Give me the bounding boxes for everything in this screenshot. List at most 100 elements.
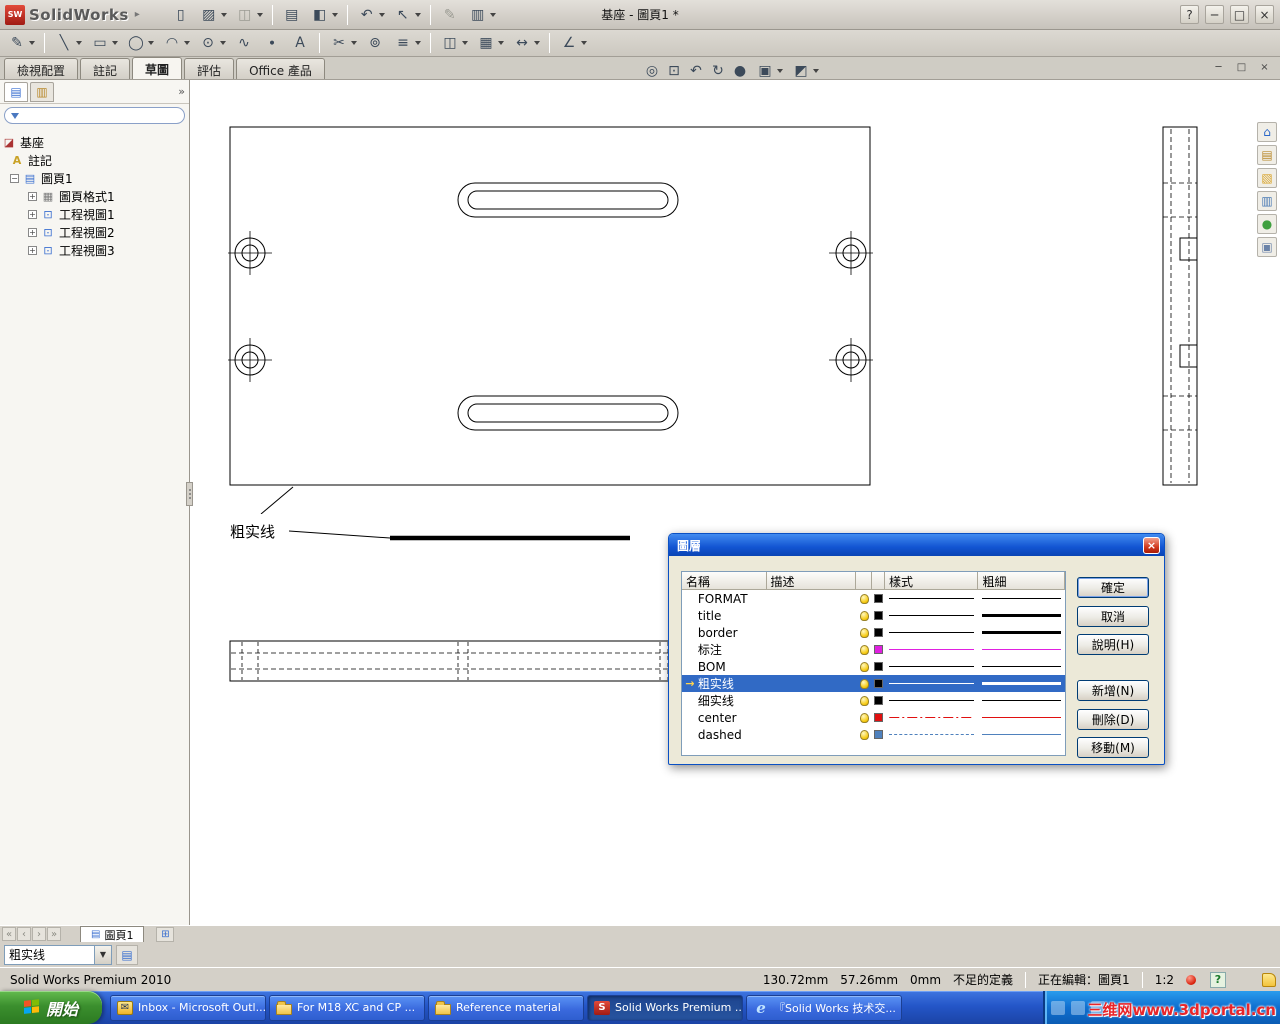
move-entities-icon[interactable]: ↔ bbox=[512, 33, 532, 53]
trim-entities-icon[interactable]: ✂ bbox=[329, 33, 349, 53]
featuremanager-tab-icon[interactable]: ▤ bbox=[4, 81, 28, 102]
last-sheet-icon[interactable]: » bbox=[47, 927, 61, 941]
layer-line-style[interactable] bbox=[885, 716, 979, 719]
layer-line-thickness[interactable] bbox=[978, 734, 1065, 735]
dropdown-caret-icon[interactable] bbox=[534, 41, 540, 45]
layer-visibility-bulb-icon[interactable] bbox=[856, 644, 872, 655]
callout-leader[interactable]: 粗实线 bbox=[224, 486, 630, 547]
new-icon[interactable]: ▯ bbox=[171, 5, 191, 25]
tree-item-sheet1[interactable]: − ▤ 圖頁1 bbox=[2, 169, 187, 187]
dropdown-caret-icon[interactable] bbox=[331, 12, 338, 17]
rectangle-icon[interactable]: ▭ bbox=[90, 33, 110, 53]
layer-color-swatch[interactable] bbox=[872, 628, 885, 637]
save-icon[interactable]: ◫ bbox=[235, 5, 255, 25]
view-palette-icon[interactable]: ▥ bbox=[1257, 191, 1277, 211]
layer-line-style[interactable] bbox=[885, 700, 979, 701]
rebuild-icon[interactable]: ↻ bbox=[708, 61, 728, 81]
layer-line-style[interactable] bbox=[885, 666, 979, 667]
circle-icon[interactable]: ◯ bbox=[126, 33, 146, 53]
layer-visibility-bulb-icon[interactable] bbox=[856, 661, 872, 672]
quick-tips-icon[interactable] bbox=[1262, 972, 1276, 987]
display-style-icon[interactable]: ▣ bbox=[755, 61, 775, 81]
dropdown-caret-icon[interactable] bbox=[777, 69, 783, 73]
drawing-view-top[interactable] bbox=[228, 126, 873, 486]
zoom-to-area-icon[interactable]: ⊡ bbox=[664, 61, 684, 81]
tab-sketch[interactable]: 草圖 bbox=[132, 57, 183, 79]
layer-color-swatch[interactable] bbox=[872, 713, 885, 722]
taskbar-item-folder-reference[interactable]: Reference material bbox=[428, 994, 584, 1021]
status-help-icon[interactable]: ? bbox=[1210, 971, 1226, 988]
cancel-button[interactable]: 取消 bbox=[1077, 606, 1149, 627]
dropdown-caret-icon[interactable] bbox=[220, 12, 227, 17]
doc-close-button[interactable]: × bbox=[1257, 60, 1272, 75]
linear-sketch-pattern-icon[interactable]: ▦ bbox=[476, 33, 496, 53]
layer-color-swatch[interactable] bbox=[872, 696, 885, 705]
hole-top-right[interactable] bbox=[829, 231, 873, 275]
layer-visibility-bulb-icon[interactable] bbox=[856, 593, 872, 604]
layer-row-border[interactable]: border bbox=[682, 624, 1065, 641]
help-button[interactable]: 說明(H) bbox=[1077, 634, 1149, 655]
undo-icon[interactable]: ↶ bbox=[357, 5, 377, 25]
new-layer-button[interactable]: 新增(N) bbox=[1077, 680, 1149, 701]
filter-input[interactable] bbox=[24, 109, 178, 122]
expand-expander-icon[interactable]: + bbox=[28, 245, 37, 255]
column-visibility[interactable] bbox=[856, 572, 873, 590]
add-sheet-icon[interactable]: ⊞ bbox=[156, 926, 175, 942]
custom-properties-icon[interactable]: ▣ bbox=[1257, 237, 1277, 257]
layer-row-title[interactable]: title bbox=[682, 607, 1065, 624]
tree-item-drawing-view1[interactable]: + ⊡ 工程視圖1 bbox=[2, 205, 187, 223]
dropdown-caret-icon[interactable] bbox=[498, 41, 504, 45]
tree-item-annotations[interactable]: A 註記 bbox=[2, 151, 187, 169]
next-sheet-icon[interactable]: › bbox=[32, 927, 46, 941]
dropdown-caret-icon[interactable] bbox=[378, 12, 385, 17]
layer-line-style[interactable] bbox=[885, 683, 979, 684]
layer-line-thickness[interactable] bbox=[978, 598, 1065, 599]
hole-bottom-right[interactable] bbox=[829, 338, 873, 382]
hide-show-items-icon[interactable]: ◩ bbox=[791, 61, 811, 81]
sketch-icon[interactable]: ✎ bbox=[7, 33, 27, 53]
layer-line-thickness[interactable] bbox=[978, 666, 1065, 667]
taskbar-item-browser[interactable]: e 『Solid Works 技术交... bbox=[746, 994, 902, 1021]
arc-icon[interactable]: ◠ bbox=[162, 33, 182, 53]
doc-restore-button[interactable]: □ bbox=[1234, 60, 1249, 75]
layer-row-biaozhu[interactable]: 标注 bbox=[682, 641, 1065, 658]
apply-scene-icon[interactable]: ● bbox=[730, 61, 750, 81]
help-button[interactable]: ? bbox=[1180, 5, 1199, 24]
layer-row-dashed[interactable]: dashed bbox=[682, 726, 1065, 743]
options-icon[interactable]: ▥ bbox=[468, 5, 488, 25]
tray-icon[interactable] bbox=[1071, 1000, 1085, 1015]
propertymanager-tab-icon[interactable]: ▥ bbox=[30, 81, 54, 102]
dropdown-caret-icon[interactable] bbox=[351, 41, 357, 45]
layer-line-thickness[interactable] bbox=[978, 682, 1065, 685]
dialog-titlebar[interactable]: 圖層 × bbox=[669, 534, 1164, 556]
taskbar-item-solidworks[interactable]: S Solid Works Premium ... bbox=[587, 994, 743, 1021]
appearances-icon[interactable]: ● bbox=[1257, 214, 1277, 234]
layer-visibility-bulb-icon[interactable] bbox=[856, 712, 872, 723]
layer-visibility-bulb-icon[interactable] bbox=[856, 627, 872, 638]
tree-item-drawing-view2[interactable]: + ⊡ 工程視圖2 bbox=[2, 223, 187, 241]
column-name[interactable]: 名稱 bbox=[682, 572, 767, 590]
layer-color-swatch[interactable] bbox=[872, 679, 885, 688]
mirror-entities-icon[interactable]: ◫ bbox=[440, 33, 460, 53]
file-explorer-icon[interactable]: ▧ bbox=[1257, 168, 1277, 188]
layer-line-style[interactable] bbox=[885, 649, 979, 650]
layer-select[interactable]: 粗实线 ▼ bbox=[4, 944, 112, 965]
start-button[interactable]: 開始 bbox=[0, 991, 102, 1024]
layer-color-swatch[interactable] bbox=[872, 645, 885, 654]
menu-expand-caret-icon[interactable]: ▸ bbox=[135, 9, 140, 20]
tab-office-products[interactable]: Office 產品 bbox=[236, 58, 325, 79]
quick-snaps-icon[interactable]: ∠ bbox=[559, 33, 579, 53]
ok-button[interactable]: 確定 bbox=[1077, 577, 1149, 598]
expand-expander-icon[interactable]: + bbox=[28, 191, 37, 201]
maximize-button[interactable]: □ bbox=[1230, 5, 1249, 24]
layer-line-thickness[interactable] bbox=[978, 631, 1065, 634]
prev-sheet-icon[interactable]: ‹ bbox=[17, 927, 31, 941]
tab-evaluate[interactable]: 評估 bbox=[184, 58, 235, 79]
column-description[interactable]: 描述 bbox=[766, 572, 857, 590]
expand-expander-icon[interactable]: + bbox=[28, 227, 37, 237]
previous-view-icon[interactable]: ↶ bbox=[686, 61, 706, 81]
solidworks-resources-icon[interactable]: ⌂ bbox=[1257, 122, 1277, 142]
layer-row-format[interactable]: FORMAT bbox=[682, 590, 1065, 607]
zoom-to-fit-icon[interactable]: ◎ bbox=[642, 61, 662, 81]
tree-root[interactable]: ◪ 基座 bbox=[2, 133, 187, 151]
